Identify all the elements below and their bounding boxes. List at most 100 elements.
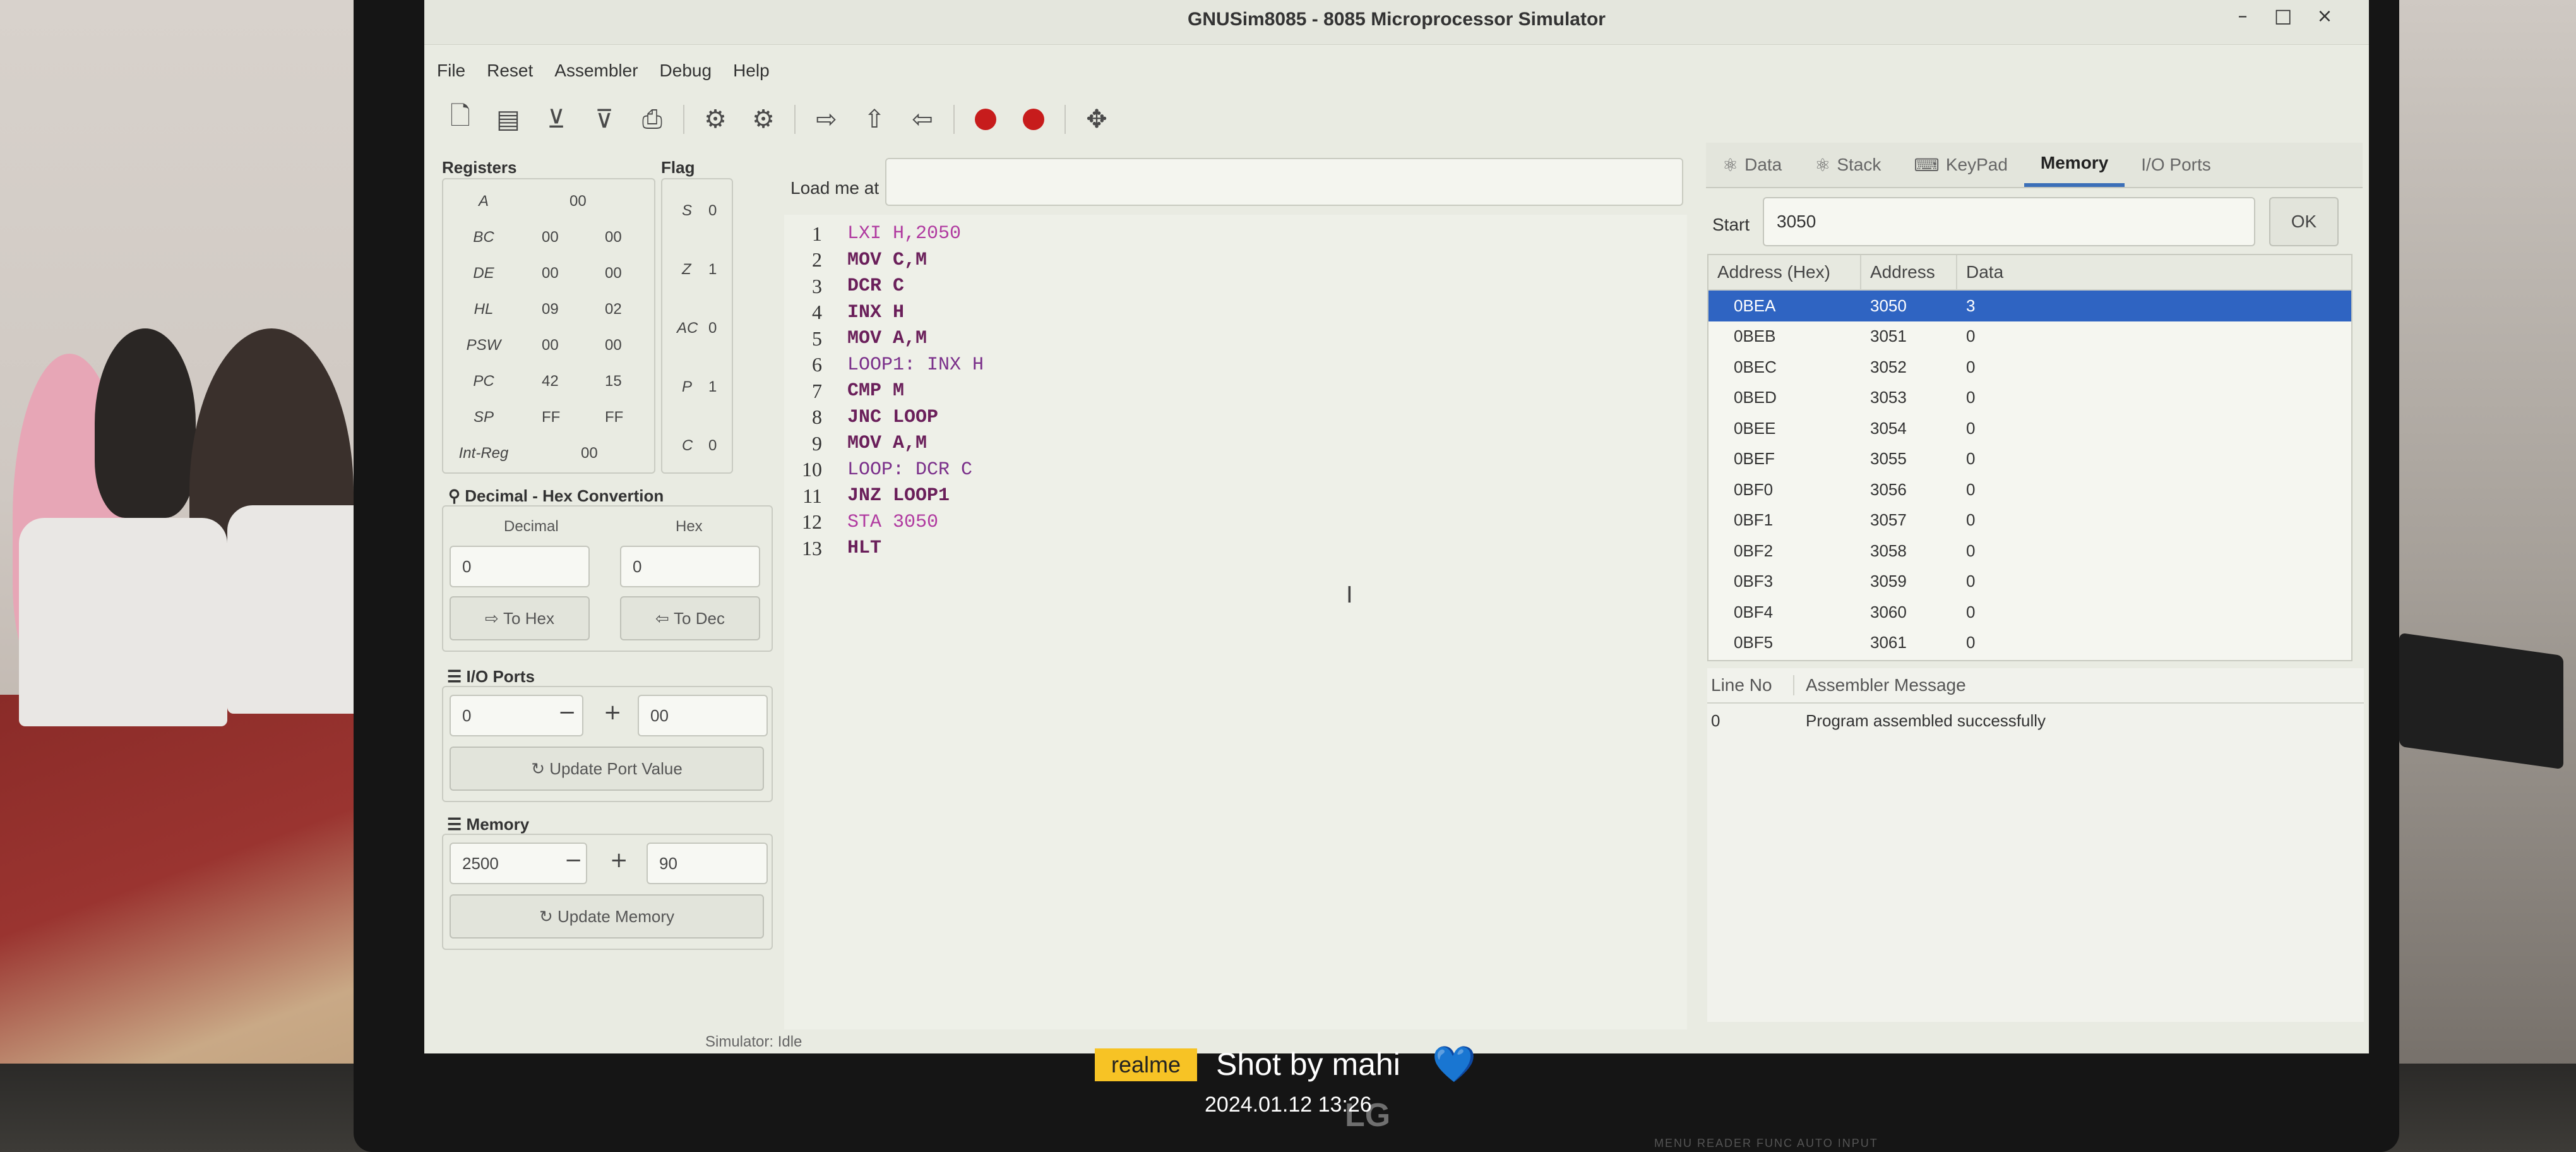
io-port-value-input[interactable]: 00 (638, 695, 768, 736)
table-row[interactable]: 0BEC 3052 0 (1708, 352, 2351, 383)
code-text: HLT (847, 537, 882, 559)
memory-value-input[interactable]: 90 (647, 843, 768, 884)
breakpoint-icon[interactable] (969, 102, 1003, 136)
code-line[interactable]: 6 LOOP1: INX H (784, 352, 984, 378)
table-row[interactable]: 0BEB 3051 0 (1708, 321, 2351, 352)
code-line[interactable]: 3 DCR C (784, 273, 904, 299)
maximize-icon[interactable]: □ (2270, 5, 2296, 27)
register-name: BC (473, 229, 494, 246)
code-text: JNC LOOP (847, 406, 939, 428)
io-port-decrement[interactable]: − (558, 700, 576, 725)
step-out-icon[interactable]: ⇦ (905, 102, 939, 136)
table-cell: 3053 (1870, 388, 1907, 407)
ok-button[interactable]: OK (2269, 197, 2339, 246)
step-in-icon[interactable]: ⇨ (809, 102, 844, 136)
assemble-icon[interactable]: ⚙ (698, 102, 732, 136)
menu-file[interactable]: File (437, 61, 465, 90)
flag-value: 1 (708, 378, 717, 395)
table-cell: 3052 (1870, 357, 1907, 376)
code-line[interactable]: 13 HLT (784, 536, 881, 561)
person-silhouette (95, 328, 196, 518)
save-as-icon[interactable]: ⊽ (587, 102, 621, 136)
step-over-icon[interactable]: ⇧ (857, 102, 891, 136)
flag-name: P (682, 378, 693, 395)
code-line[interactable]: 9 MOV A,M (784, 431, 927, 456)
new-file-icon[interactable]: 🗋 (443, 102, 477, 136)
code-line[interactable]: 8 JNC LOOP (784, 405, 938, 430)
code-line[interactable]: 2 MOV C,M (784, 248, 927, 273)
table-row[interactable]: 0BF0 3056 0 (1708, 474, 2351, 505)
tab-keypad[interactable]: ⌨ KeyPad (1897, 143, 2024, 187)
decimal-input[interactable]: 0 (450, 546, 590, 587)
line-number: 3 (812, 274, 822, 297)
table-row[interactable]: 0BEF 3055 0 (1708, 444, 2351, 475)
column-header-address[interactable]: Address (1861, 255, 1957, 289)
load-me-at-input[interactable] (885, 158, 1683, 206)
table-cell: 3055 (1870, 449, 1907, 469)
table-cell: 0BF0 (1734, 479, 1774, 499)
start-address-input[interactable]: 3050 (1763, 197, 2255, 246)
code-text: MOV A,M (847, 328, 927, 349)
table-row[interactable]: 0BF4 3060 0 (1708, 597, 2351, 628)
column-header-data[interactable]: Data (1957, 255, 2349, 289)
assemble-execute-icon[interactable]: ⚙ (746, 102, 780, 136)
print-icon[interactable]: ⎙ (635, 102, 669, 136)
table-row[interactable]: 0BF5 3061 0 (1708, 628, 2351, 659)
column-header-address-hex[interactable]: Address (Hex) (1708, 255, 1861, 289)
memory-table: Address (Hex) Address Data 0BEA 3050 3 0BEB… (1707, 254, 2352, 661)
flag-value: 1 (708, 261, 717, 278)
register-name: HL (474, 301, 494, 318)
message-line-no: 0 (1711, 711, 1720, 730)
flag-label: Flag (661, 158, 695, 177)
update-memory-button[interactable]: ↻ Update Memory (450, 894, 764, 939)
to-hex-button[interactable]: ⇨ To Hex (450, 596, 590, 640)
hex-input[interactable]: 0 (620, 546, 760, 587)
message-row[interactable]: 0 Program assembled successfully (1707, 704, 2364, 738)
table-row[interactable]: 0BEE 3054 0 (1708, 413, 2351, 444)
to-dec-button[interactable]: ⇦ To Dec (620, 596, 760, 640)
code-line[interactable]: 12 STA 3050 (784, 510, 938, 535)
table-cell: 3 (1966, 296, 1976, 315)
memory-label: ☰ Memory (447, 815, 530, 834)
table-row[interactable]: 0BF3 3059 0 (1708, 567, 2351, 597)
memory-address-increment[interactable]: + (610, 848, 628, 873)
menu-debug[interactable]: Debug (660, 61, 712, 90)
minimize-icon[interactable]: – (2230, 5, 2255, 27)
code-editor[interactable]: 1 LXI H,2050 2 MOV C,M 3 DCR C 4 INX H 5 MOV A,M 6… (784, 215, 1687, 1029)
code-line[interactable]: 1 LXI H,2050 (784, 221, 961, 246)
memory-address-decrement[interactable]: − (564, 848, 583, 873)
table-row[interactable]: 0BED 3053 0 (1708, 383, 2351, 414)
update-port-button[interactable]: ↻ Update Port Value (450, 747, 764, 791)
table-cell: 3058 (1870, 541, 1907, 560)
io-port-increment[interactable]: + (604, 700, 622, 725)
save-icon[interactable]: ⊻ (539, 102, 573, 136)
code-line[interactable]: 5 MOV A,M (784, 326, 927, 351)
watermark-brand: realme (1095, 1048, 1197, 1081)
menu-help[interactable]: Help (733, 61, 770, 90)
tab-memory[interactable]: Memory (2024, 143, 2125, 187)
close-icon[interactable]: × (2312, 5, 2337, 27)
monitor-buttons[interactable]: MENU READER FUNC AUTO INPUT (1654, 1137, 1878, 1150)
conversion-title: Decimal - Hex Convertion (465, 486, 664, 505)
code-line[interactable]: 4 INX H (784, 300, 904, 325)
open-file-icon[interactable]: ▤ (491, 102, 525, 136)
tab-io-ports[interactable]: I/O Ports (2125, 143, 2227, 187)
stop-icon[interactable]: ✥ (1080, 102, 1114, 136)
register-value-low: 02 (605, 301, 622, 318)
io-ports-title: I/O Ports (466, 667, 535, 686)
menu-reset[interactable]: Reset (487, 61, 533, 90)
tab-data[interactable]: ⚛ Data (1706, 143, 1798, 187)
table-row[interactable]: 0BF1 3057 0 (1708, 505, 2351, 536)
table-row[interactable]: 0BF2 3058 0 (1708, 536, 2351, 567)
register-name: PC (473, 373, 494, 390)
refresh-icon: ↻ (531, 759, 550, 778)
menu-assembler[interactable]: Assembler (554, 61, 638, 90)
tab-stack[interactable]: ⚛ Stack (1798, 143, 1897, 187)
toolbar-separator (794, 105, 796, 134)
table-row[interactable]: 0BEA 3050 3 (1708, 291, 2351, 321)
clear-breakpoints-icon[interactable] (1017, 102, 1051, 136)
code-line[interactable]: 7 CMP M (784, 378, 904, 404)
code-line[interactable]: 10 LOOP: DCR C (784, 457, 972, 483)
hex-label: Hex (676, 518, 703, 535)
code-line[interactable]: 11 JNZ LOOP1 (784, 483, 950, 508)
